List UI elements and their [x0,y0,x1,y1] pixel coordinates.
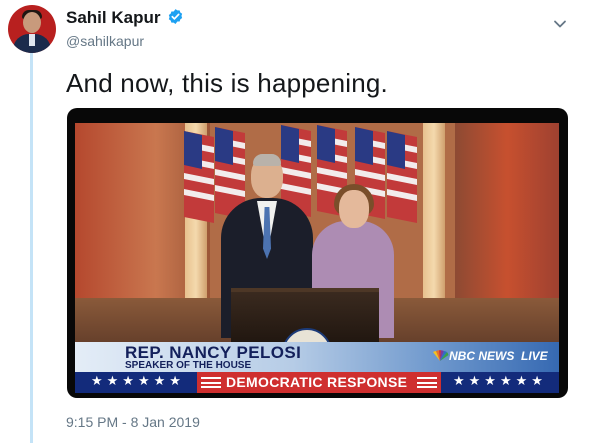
thread-connector-line [30,52,33,443]
banner-label: DEMOCRATIC RESPONSE [226,374,408,390]
chyron-title: SPEAKER OF THE HOUSE [125,360,252,371]
stars-decoration-left: ★★★★★★ [91,373,185,388]
live-badge: LIVE [521,349,548,363]
tweet-timestamp[interactable]: 9:15 PM - 8 Jan 2019 [66,414,200,430]
flag-graphic [387,131,417,223]
tweet-media-photo[interactable]: REP. NANCY PELOSI SPEAKER OF THE HOUSE N… [67,108,568,398]
peacock-icon [433,350,449,361]
bars-decoration-right [417,377,437,388]
network-name: NBC NEWS [449,349,515,363]
tweet-text: And now, this is happening. [66,68,388,98]
stars-decoration-right: ★★★★★★ [453,373,547,388]
avatar[interactable] [8,5,56,53]
event-banner: ★★★★★★ DEMOCRATIC RESPONSE ★★★★★★ [75,372,559,393]
verified-badge-icon [168,9,183,24]
tv-screen: REP. NANCY PELOSI SPEAKER OF THE HOUSE N… [75,123,559,393]
chevron-down-icon[interactable] [551,15,569,33]
display-name[interactable]: Sahil Kapur [66,8,160,28]
bars-decoration-left [201,377,221,388]
user-handle[interactable]: @sahilkapur [66,33,144,49]
flag-graphic [184,131,214,223]
banner-label-box: DEMOCRATIC RESPONSE [197,372,441,393]
news-chyron: REP. NANCY PELOSI SPEAKER OF THE HOUSE N… [75,342,559,372]
